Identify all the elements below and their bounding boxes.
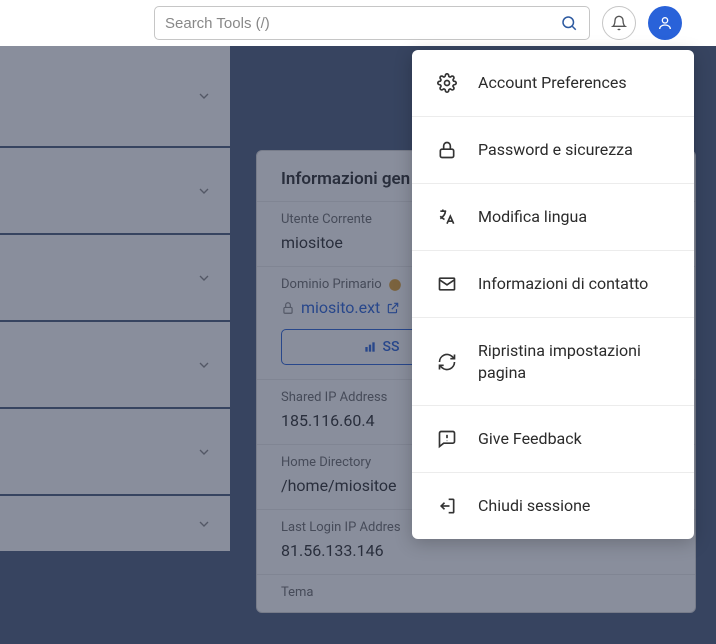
menu-password-security[interactable]: Password e sicurezza — [412, 117, 694, 184]
user-dropdown-menu: Account Preferences Password e sicurezza… — [412, 50, 694, 539]
menu-account-preferences[interactable]: Account Preferences — [412, 50, 694, 117]
refresh-icon — [436, 351, 458, 373]
menu-label: Give Feedback — [478, 428, 582, 450]
topbar — [0, 0, 716, 46]
menu-change-language[interactable]: Modifica lingua — [412, 184, 694, 251]
gear-icon — [436, 72, 458, 94]
feedback-icon — [436, 428, 458, 450]
menu-label: Informazioni di contatto — [478, 273, 648, 295]
search-input[interactable] — [165, 15, 559, 32]
logout-icon — [436, 495, 458, 517]
menu-label: Chiudi sessione — [478, 495, 590, 517]
menu-label: Account Preferences — [478, 72, 627, 94]
menu-contact-info[interactable]: Informazioni di contatto — [412, 251, 694, 318]
search-icon[interactable] — [559, 13, 579, 33]
menu-label: Password e sicurezza — [478, 139, 633, 161]
menu-reset-page-settings[interactable]: Ripristina impostazioni pagina — [412, 318, 694, 406]
menu-label: Modifica lingua — [478, 206, 587, 228]
notifications-button[interactable] — [602, 6, 636, 40]
mail-icon — [436, 273, 458, 295]
menu-give-feedback[interactable]: Give Feedback — [412, 406, 694, 473]
lock-icon — [436, 139, 458, 161]
search-container[interactable] — [154, 6, 590, 40]
user-menu-button[interactable] — [648, 6, 682, 40]
menu-logout[interactable]: Chiudi sessione — [412, 473, 694, 539]
menu-label: Ripristina impostazioni pagina — [478, 340, 670, 383]
translate-icon — [436, 206, 458, 228]
